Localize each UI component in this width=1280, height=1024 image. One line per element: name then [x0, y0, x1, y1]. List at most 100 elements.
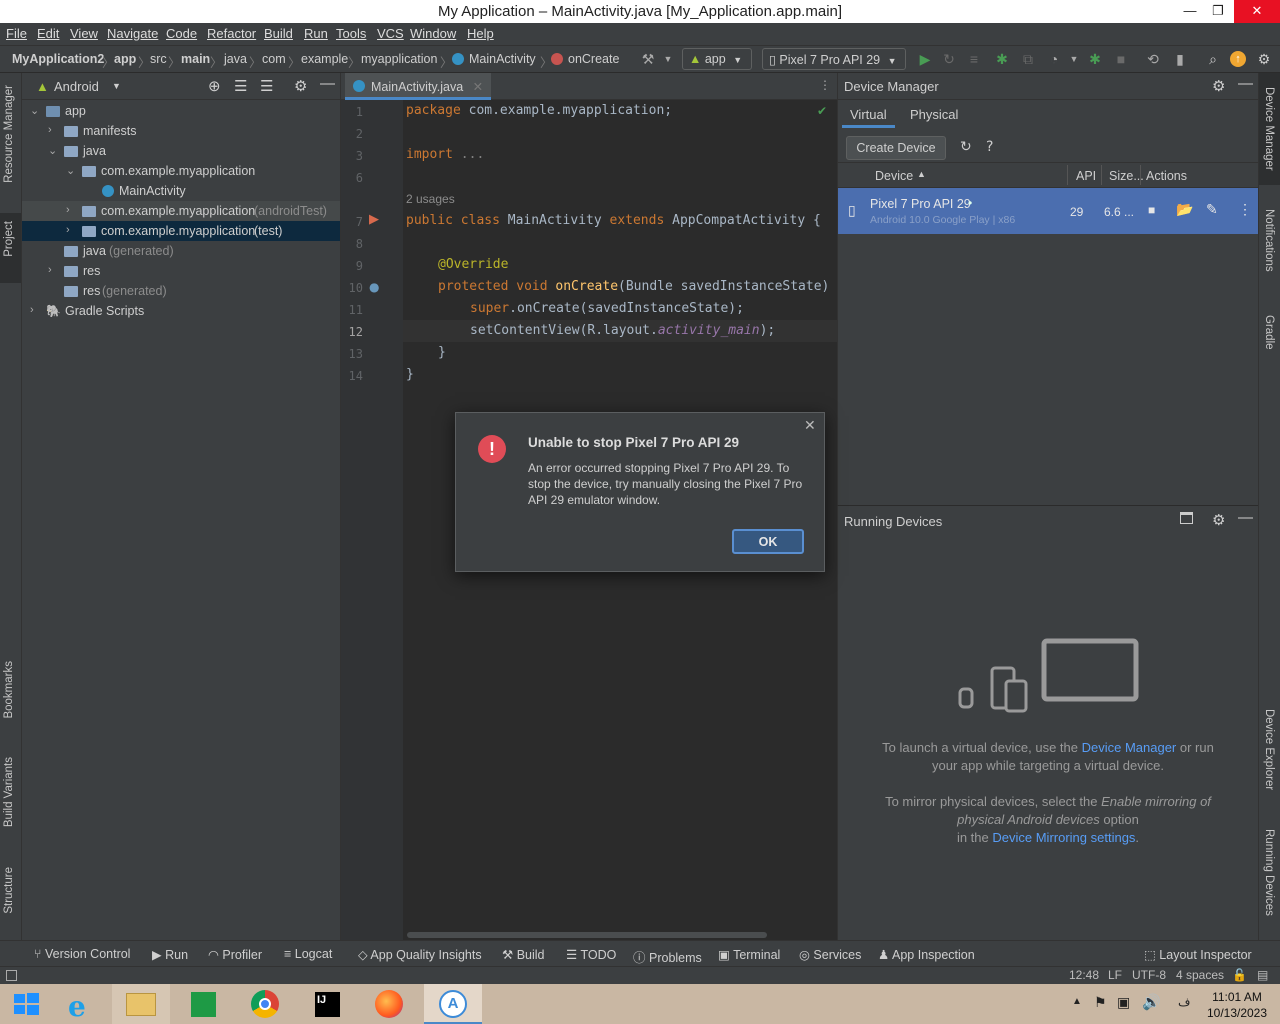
caret-position[interactable]: 12:48 [1069, 968, 1099, 982]
settings-icon[interactable]: ⚙ [1256, 51, 1272, 67]
tool-profiler[interactable]: ◠ Profiler [208, 947, 262, 962]
more-icon[interactable]: ⋮ [1238, 201, 1252, 218]
update-icon[interactable]: ↑ [1230, 51, 1246, 67]
tool-gradle[interactable]: Gradle [1263, 315, 1275, 350]
tool-services[interactable]: ◎ Services [799, 947, 861, 962]
event-log-icon[interactable]: ▤ [1257, 968, 1268, 982]
maximize-button[interactable]: ❐ [1203, 0, 1233, 23]
attach-process-icon[interactable]: ✱ [1087, 51, 1103, 67]
apply-changes-icon[interactable]: ↻ [941, 51, 957, 67]
breadcrumb-mainactivity[interactable]: MainActivity [469, 52, 536, 66]
dialog-close-button[interactable]: ✕ [804, 417, 816, 434]
tab-virtual[interactable]: Virtual [842, 101, 895, 128]
refresh-icon[interactable]: ↻ [960, 139, 972, 155]
menu-refactor[interactable]: Refactor [207, 26, 256, 41]
more-icon[interactable]: ⋮ [819, 78, 831, 92]
stop-icon[interactable]: ■ [1148, 203, 1155, 217]
breadcrumb-com[interactable]: com [262, 52, 286, 66]
tool-run[interactable]: ▶ Run [152, 947, 188, 962]
breadcrumb-example[interactable]: example [301, 52, 348, 66]
tool-build-variants[interactable]: Build Variants [3, 757, 15, 827]
menu-vcs[interactable]: VCS [377, 26, 404, 41]
tab-mainactivity[interactable]: MainActivity.java ✕ [345, 73, 492, 100]
collapse-all-icon[interactable]: ☰ [260, 77, 273, 95]
breadcrumb-main[interactable]: main [181, 52, 210, 66]
tree-node-androidtest[interactable]: › com.example.myapplication (androidTest… [22, 201, 340, 221]
file-encoding[interactable]: UTF-8 [1132, 968, 1166, 982]
breadcrumb-app[interactable]: app [114, 52, 136, 66]
tree-node-manifests[interactable]: › manifests [22, 121, 340, 141]
internet-explorer-icon[interactable]: e [54, 984, 112, 1024]
tool-todo[interactable]: ☰ TODO [566, 947, 616, 962]
tool-device-explorer[interactable]: Device Explorer [1263, 709, 1275, 790]
tool-bookmarks[interactable]: Bookmarks [3, 661, 15, 719]
line-separator[interactable]: LF [1108, 968, 1122, 982]
hammer-icon[interactable]: ⚒ [640, 51, 656, 67]
tree-node-test[interactable]: › com.example.myapplication (test) [22, 221, 340, 241]
run-gutter-icon[interactable]: ▶ [369, 212, 379, 227]
column-device[interactable]: Device [875, 169, 913, 183]
apply-code-changes-icon[interactable]: ≡ [966, 51, 982, 67]
volume-icon[interactable]: 🔊 [1142, 993, 1161, 1011]
menu-file[interactable]: File [6, 26, 27, 41]
hide-icon[interactable]: — [1238, 75, 1253, 92]
device-select[interactable]: ▯ Pixel 7 Pro API 29 ▼ [762, 48, 906, 70]
flag-icon[interactable]: ⚑ [1094, 994, 1107, 1011]
usages-hint[interactable]: 2 usages [406, 192, 455, 206]
close-tab-icon[interactable]: ✕ [473, 80, 483, 94]
indent-setting[interactable]: 4 spaces [1176, 968, 1224, 982]
chevron-down-icon[interactable]: ▼ [660, 51, 676, 67]
tree-node-gradle-scripts[interactable]: › 🐘 Gradle Scripts [22, 301, 340, 321]
breadcrumb-java[interactable]: java [224, 52, 247, 66]
breadcrumb-project[interactable]: MyApplication2 [12, 52, 104, 66]
lock-icon[interactable]: 🔓 [1232, 968, 1247, 982]
gear-icon[interactable]: ⚙ [1212, 511, 1225, 529]
file-explorer-icon[interactable] [112, 984, 170, 1024]
tree-node-app[interactable]: ⌄ app [22, 101, 340, 121]
run-config-select[interactable]: ▲ app ▼ [682, 48, 752, 70]
chevron-down-icon[interactable]: ▼ [1066, 51, 1082, 67]
tree-node-mainactivity[interactable]: MainActivity [22, 181, 340, 201]
create-device-button[interactable]: Create Device [846, 136, 946, 160]
tool-resource-manager[interactable]: Resource Manager [3, 85, 15, 183]
edit-icon[interactable]: ✎ [1206, 201, 1218, 218]
tool-project[interactable]: Project [3, 221, 15, 257]
search-icon[interactable]: ⌕ [1205, 51, 1221, 67]
tool-build[interactable]: ⚒ Build [502, 947, 545, 962]
tree-node-res-generated[interactable]: res (generated) [22, 281, 340, 301]
locate-icon[interactable]: ⊕ [208, 77, 221, 95]
hide-icon[interactable]: — [320, 75, 335, 92]
tool-app-inspection[interactable]: ♟ App Inspection [878, 947, 975, 962]
android-studio-icon[interactable]: A [424, 984, 482, 1024]
menu-window[interactable]: Window [410, 26, 456, 41]
override-gutter-icon[interactable]: ● [369, 280, 379, 294]
column-api[interactable]: API [1076, 169, 1096, 183]
tool-app-quality-insights[interactable]: ◇ App Quality Insights [358, 947, 482, 962]
tab-physical[interactable]: Physical [910, 107, 958, 122]
device-row[interactable]: ▯ Pixel 7 Pro API 29 • Android 10.0 Goog… [838, 188, 1258, 234]
windows-start-icon[interactable] [0, 984, 58, 1024]
horizontal-scrollbar[interactable] [407, 932, 767, 938]
breadcrumb-oncreate[interactable]: onCreate [568, 52, 619, 66]
attach-debugger-icon[interactable]: ⧉ [1020, 51, 1036, 67]
clock[interactable]: 11:01 AM 10/13/2023 [1204, 989, 1270, 1021]
chrome-icon[interactable] [236, 984, 294, 1024]
toggle-tool-windows-icon[interactable] [6, 970, 17, 981]
chevron-down-icon[interactable]: ▼ [112, 81, 121, 91]
device-manager-icon[interactable]: ▮ [1172, 51, 1188, 67]
close-window-button[interactable]: ✕ [1234, 0, 1280, 23]
gear-icon[interactable]: ⚙ [294, 77, 307, 95]
intellij-icon[interactable]: IJ [298, 984, 356, 1024]
firefox-icon[interactable] [360, 984, 418, 1024]
tool-structure[interactable]: Structure [3, 867, 15, 914]
profile-icon[interactable]: ◔ [1046, 51, 1062, 67]
tool-terminal[interactable]: ▣ Terminal [718, 947, 780, 962]
device-mirroring-settings-link[interactable]: Device Mirroring settings [992, 830, 1135, 845]
run-icon[interactable]: ▶ [917, 51, 933, 67]
tree-node-java[interactable]: ⌄ java [22, 141, 340, 161]
menu-run[interactable]: Run [304, 26, 328, 41]
menu-navigate[interactable]: Navigate [107, 26, 158, 41]
project-view-select[interactable]: Android [54, 79, 99, 94]
menu-code[interactable]: Code [166, 26, 197, 41]
tool-device-manager[interactable]: Device Manager [1263, 87, 1275, 171]
